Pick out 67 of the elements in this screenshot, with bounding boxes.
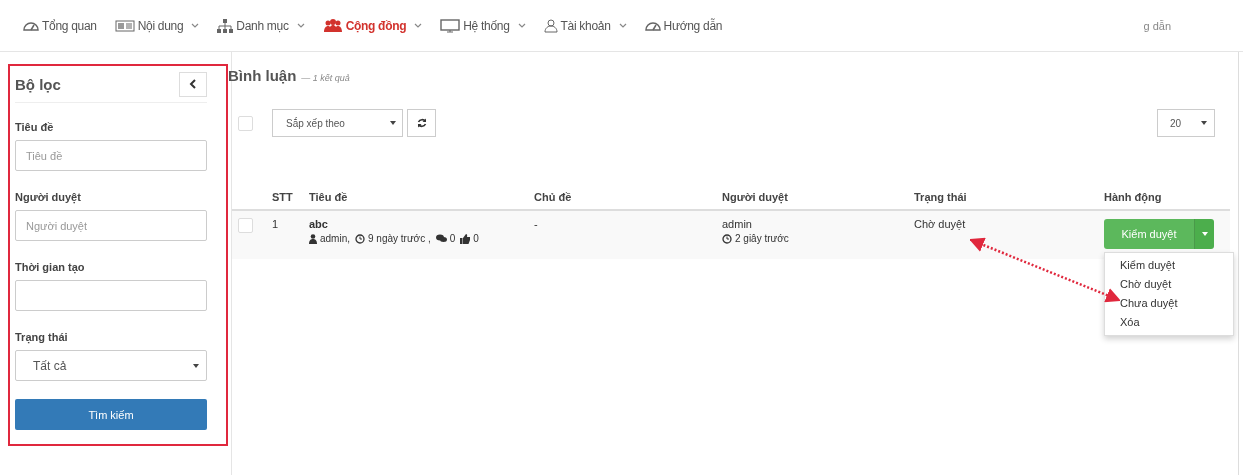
monitor-icon: [440, 18, 461, 33]
user-icon: [543, 18, 558, 33]
field-label: Người duyệt: [15, 191, 82, 203]
nav-item[interactable]: Danh mục: [208, 18, 314, 33]
sitemap-icon: [217, 18, 234, 33]
reviewer-name: admin: [722, 218, 753, 230]
column-header: Trạng thái: [914, 191, 967, 203]
table-cell: 1: [272, 218, 279, 230]
users-icon: [322, 18, 343, 33]
nav-item[interactable]: Cộng đồng: [313, 18, 432, 33]
menu-item[interactable]: Chưa duyệt: [1105, 294, 1233, 313]
chevron-left-icon: [189, 79, 197, 89]
status-select[interactable]: Tất cả: [15, 350, 207, 381]
field-label: Thời gian tạo: [15, 261, 86, 273]
column-header: Người duyệt: [722, 191, 788, 203]
nav-item[interactable]: Hệ thống: [431, 18, 535, 33]
panel-title: Bộ lọc: [15, 75, 61, 93]
chevron-down-icon: [191, 22, 200, 29]
user-icon: [309, 233, 317, 244]
clock-icon: [722, 233, 732, 244]
input-field[interactable]: [15, 280, 207, 311]
result-count: — 1 kết quả: [301, 73, 350, 83]
thumbs-up-icon: [460, 233, 471, 244]
page-size-select[interactable]: 20: [1157, 109, 1215, 137]
menu-item[interactable]: Xóa: [1105, 313, 1233, 332]
caret-icon: [1201, 232, 1208, 236]
dashboard-icon: [644, 19, 661, 32]
dashboard-icon: [23, 19, 39, 32]
column-header: Hành động: [1104, 191, 1162, 203]
chevron-down-icon: [517, 22, 526, 29]
chevron-down-icon: [414, 22, 423, 29]
newspaper-icon: [114, 19, 135, 32]
select-all-checkbox[interactable]: [238, 115, 253, 131]
chevron-down-icon: [618, 22, 627, 29]
search-button[interactable]: Tìm kiếm: [15, 399, 207, 430]
comment-title: abc: [309, 218, 329, 230]
nav-item[interactable]: Tổng quan: [14, 18, 106, 33]
column-header: Tiêu đề: [309, 191, 348, 203]
column-header: Chủ đề: [534, 191, 572, 203]
collapse-button[interactable]: [179, 71, 207, 97]
field-label: Trạng thái: [15, 331, 69, 343]
sort-select[interactable]: Sắp xếp theo: [272, 109, 403, 137]
table-cell: -: [534, 218, 538, 230]
review-time: 2 giây trước: [735, 233, 789, 244]
nav-item-text: g dẫn: [1143, 19, 1171, 32]
refresh-button[interactable]: [407, 109, 436, 137]
field-label: Tiêu đề: [15, 121, 55, 133]
nav-item[interactable]: Nội dung: [105, 18, 209, 33]
author-name: admin,: [320, 233, 350, 244]
clock-icon: [355, 233, 365, 244]
page-title: Bình luận: [228, 67, 297, 84]
created-time: 9 ngày trước ,: [368, 233, 431, 244]
input-field[interactable]: Người duyệt: [15, 210, 207, 241]
comment-count: 0: [449, 233, 456, 244]
nav-item[interactable]: Hướng dẫn: [635, 18, 732, 33]
status-text: Chờ duyệt: [914, 218, 966, 230]
input-field[interactable]: Tiêu đề: [15, 140, 207, 171]
refresh-icon: [416, 118, 427, 128]
row-checkbox[interactable]: [238, 218, 253, 233]
menu-item[interactable]: Kiểm duyệt: [1105, 256, 1233, 275]
comments-icon: [435, 234, 447, 243]
nav-item[interactable]: Tài khoản: [534, 18, 636, 33]
like-count: 0: [473, 233, 479, 244]
chevron-down-icon: [296, 22, 305, 29]
column-header: STT: [272, 191, 293, 203]
menu-item[interactable]: Chờ duyệt: [1105, 275, 1233, 294]
dropdown-toggle[interactable]: [1194, 219, 1214, 249]
